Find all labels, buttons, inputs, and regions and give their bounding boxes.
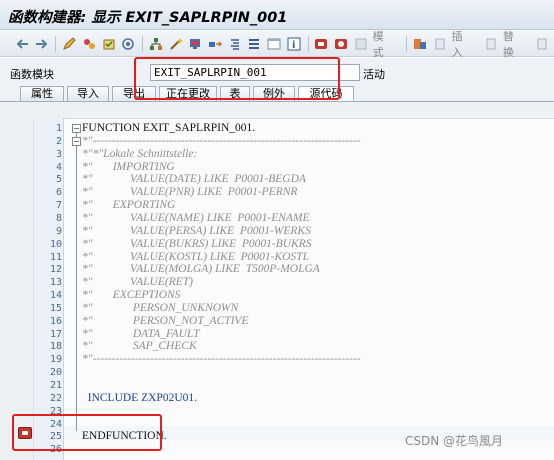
activate-icon[interactable] (101, 36, 117, 52)
replace-button[interactable]: 替换 (503, 28, 525, 60)
code-line[interactable]: *" VALUE(NAME) LIKE P0001-ENAME (82, 212, 310, 224)
code-line[interactable]: *" PERSON_NOT_ACTIVE (82, 315, 248, 327)
code-line[interactable]: *"*"Lokale Schnittstelle: (82, 148, 197, 160)
line-number: 1 (55, 123, 62, 134)
tab-export[interactable]: 导出 (112, 86, 156, 102)
line-number: 3 (55, 148, 62, 160)
tab-attributes[interactable]: 属性 (20, 86, 64, 102)
code-line[interactable]: *" VALUE(KOSTL) LIKE P0001-KOSTL (82, 251, 309, 263)
code-line[interactable]: *" VALUE(MOLGA) LIKE T500P-MOLGA (82, 263, 320, 275)
insert-button[interactable]: 插入 (452, 28, 474, 60)
window-title: 函数构建器: 显示 EXIT_SAPLRPIN_001 (0, 0, 554, 30)
line-number: 7 (55, 200, 62, 212)
where-used-icon[interactable] (120, 36, 136, 52)
stack-icon[interactable] (247, 36, 263, 52)
function-module-label: 函数模块 (10, 68, 54, 81)
code-line[interactable]: *" VALUE(BUKRS) LIKE P0001-BUKRS (82, 238, 311, 250)
application-toolbar: i 模式 插入 替换 (0, 28, 554, 60)
watermark: CSDN @花鸟風月 (405, 434, 504, 448)
code-line[interactable]: *" IMPORTING (82, 161, 175, 173)
watchpoint-icon[interactable] (333, 36, 349, 52)
svg-text:i: i (292, 40, 295, 51)
code-line[interactable]: *"--------------------------------------… (82, 353, 361, 365)
breakpoint-icon[interactable] (18, 427, 32, 439)
function-module-input[interactable]: EXIT_SAPLRPIN_001 (150, 64, 360, 81)
tab-import[interactable]: 导入 (67, 86, 109, 102)
line-number: 25 (49, 431, 62, 443)
line-number: 5 (55, 174, 62, 186)
line-number: 16 (49, 315, 62, 327)
toolbar-separator (55, 35, 57, 52)
line-number: 26 (49, 444, 62, 456)
code-line[interactable]: *" EXPORTING (82, 199, 175, 211)
line-number: 22 (49, 392, 62, 404)
code-line[interactable]: FUNCTION EXIT_SAPLRPIN_001. (82, 122, 255, 134)
hierarchy-icon[interactable] (148, 36, 164, 52)
insert-doc-icon[interactable] (432, 36, 448, 52)
line-number: 9 (55, 225, 62, 237)
insert-icon[interactable] (412, 36, 428, 52)
line-number: 19 (49, 354, 62, 366)
pretty-print-icon[interactable] (227, 36, 243, 52)
code-line[interactable]: *" VALUE(DATE) LIKE P0001-BEGDA (82, 173, 306, 185)
code-line[interactable]: *" DATA_FAULT (82, 328, 199, 340)
tab-tables[interactable]: 表 (220, 86, 250, 102)
move-icon[interactable] (207, 36, 223, 52)
more-doc-icon[interactable] (534, 36, 550, 52)
function-module-status: 活动 (363, 68, 385, 81)
magic-wand-icon[interactable] (168, 36, 184, 52)
pattern-icon[interactable] (353, 36, 369, 52)
pattern-button[interactable]: 模式 (373, 28, 395, 60)
code-line[interactable]: INCLUDE ZXP02U01. (82, 392, 197, 404)
tab-changing[interactable]: 正在更改 (159, 86, 217, 102)
toolbar-separator (307, 35, 309, 52)
code-line[interactable]: *" EXCEPTIONS (82, 289, 180, 301)
line-number: 6 (55, 187, 62, 199)
code-line[interactable]: *" VALUE(PNR) LIKE P0001-PERNR (82, 186, 297, 198)
forward-arrow-icon[interactable] (34, 36, 50, 52)
fold-collapse-icon[interactable]: − (72, 124, 81, 133)
check-icon[interactable] (81, 36, 97, 52)
line-number: 13 (49, 277, 62, 289)
line-number: 8 (55, 212, 62, 224)
line-number: 24 (49, 418, 62, 430)
breakpoint-gutter[interactable] (14, 118, 34, 460)
replace-doc-icon[interactable] (483, 36, 499, 52)
tab-source-code[interactable]: 源代码 (298, 86, 354, 102)
line-number: 17 (49, 328, 62, 340)
line-number: 10 (49, 238, 62, 250)
tab-exceptions[interactable]: 例外 (253, 86, 295, 102)
code-line[interactable]: *" VALUE(RET) (82, 276, 193, 288)
line-number: 23 (49, 405, 62, 417)
code-line[interactable]: *" VALUE(PERSA) LIKE P0001-WERKS (82, 225, 311, 237)
line-number: 20 (49, 367, 62, 379)
back-arrow-icon[interactable] (14, 36, 30, 52)
line-number: 21 (49, 380, 62, 391)
line-number: 18 (49, 341, 62, 353)
toolbar-separator (142, 35, 144, 52)
toolbar-separator (406, 35, 408, 52)
stop-icon[interactable] (314, 36, 330, 52)
code-line[interactable]: *" PERSON_UNKNOWN (82, 302, 238, 314)
fold-collapse-icon[interactable]: − (72, 137, 81, 146)
code-line[interactable]: ENDFUNCTION. (82, 430, 167, 442)
line-number: 4 (55, 161, 62, 173)
window-icon[interactable] (266, 36, 282, 52)
toggle-edit-icon[interactable] (61, 36, 77, 52)
line-number: 14 (49, 290, 62, 302)
line-number: 12 (49, 264, 62, 276)
fold-guide (76, 131, 77, 431)
info-icon[interactable]: i (286, 36, 302, 52)
line-number: 15 (49, 302, 62, 314)
line-number: 11 (49, 251, 62, 263)
line-number: 2 (55, 135, 62, 147)
code-line[interactable]: *" SAP_CHECK (82, 340, 197, 352)
test-icon[interactable] (187, 36, 203, 52)
code-line[interactable]: *"--------------------------------------… (82, 135, 361, 147)
